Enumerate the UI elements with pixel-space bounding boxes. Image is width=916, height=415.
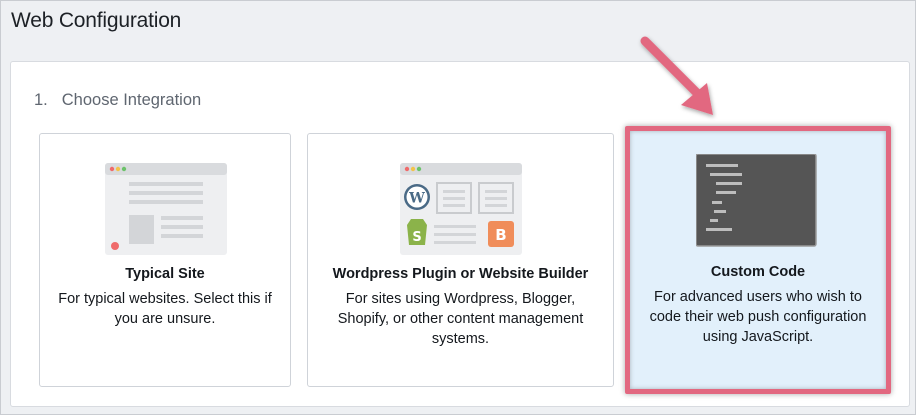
card-title: Typical Site [125,266,205,282]
step-heading: 1. Choose Integration [34,91,201,110]
card-title: Custom Code [710,264,806,280]
wordpress-builder-card[interactable]: W S B Wordpress Plugin or Website Builde… [307,133,614,387]
typical-site-card[interactable]: Typical Site For typical websites. Selec… [39,133,291,387]
cms-browser-icon: W S B [400,163,522,255]
step-number: 1. [34,91,48,109]
window-frame: Web Configuration 1. Choose Integration [0,0,916,415]
code-editor-icon [696,154,817,247]
card-description: For sites using Wordpress, Blogger, Shop… [337,291,584,347]
wordpress-icon: W [404,184,430,210]
svg-text:B: B [495,226,506,244]
card-description: For advanced users who wish to code thei… [649,289,867,345]
card-description: For typical websites. Select this if you… [58,291,272,327]
step-label: Choose Integration [61,91,202,109]
shopify-icon: S [407,219,427,245]
svg-text:W: W [408,191,425,207]
page-title: Web Configuration [11,9,182,32]
browser-window-icon [105,163,227,255]
integration-panel: 1. Choose Integration Typical Site For ty… [10,61,910,407]
card-title: Wordpress Plugin or Website Builder [332,266,589,282]
custom-code-card[interactable]: Custom Code For advanced users who wish … [629,130,887,390]
blogger-icon: B [488,221,514,247]
svg-text:S: S [412,230,421,245]
